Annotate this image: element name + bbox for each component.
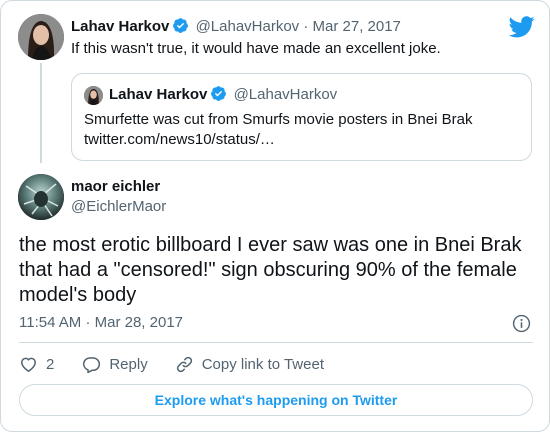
parent-author-name[interactable]: Lahav Harkov — [71, 18, 169, 35]
quoted-tweet-header: Lahav Harkov @LahavHarkov — [109, 85, 337, 105]
parent-tweet-text: If this wasn't true, it would have made … — [71, 40, 441, 57]
reply-label: Reply — [109, 355, 148, 373]
main-author-avatar[interactable] — [18, 174, 64, 220]
quoted-author-name: Lahav Harkov — [109, 86, 208, 103]
tweet-actions: 2 Reply Copy link to Tweet — [19, 353, 324, 375]
parent-author-avatar[interactable] — [18, 14, 64, 60]
parent-tweet-header: Lahav Harkov @LahavHarkov · Mar 27, 2017 — [71, 17, 401, 37]
like-count: 2 — [46, 355, 55, 373]
main-author-handle[interactable]: @EichlerMaor — [71, 197, 166, 217]
tweet-embed-card: Lahav Harkov @LahavHarkov · Mar 27, 2017… — [0, 0, 550, 432]
tweet-time: 11:54 AM — [19, 314, 82, 331]
parent-author-handle[interactable]: @LahavHarkov — [196, 18, 300, 35]
copy-link-label: Copy link to Tweet — [201, 355, 324, 373]
link-icon — [176, 356, 192, 372]
main-tweet-text: the most erotic billboard I ever saw was… — [19, 234, 522, 306]
thread-connector-line — [40, 63, 42, 163]
quoted-author-handle: @LahavHarkov — [233, 86, 338, 103]
main-author-name[interactable]: maor eichler — [71, 177, 160, 197]
header-separator: · — [303, 18, 309, 35]
tweet-date: Mar 28, 2017 — [94, 314, 183, 331]
tweet-timestamp[interactable]: 11:54 AM · Mar 28, 2017 — [19, 313, 183, 333]
heart-icon — [21, 357, 36, 372]
explore-twitter-button[interactable]: Explore what's happening on Twitter — [19, 384, 533, 416]
quoted-tweet-text-line: Smurfette was cut from Smurfs movie post… — [84, 111, 473, 128]
verified-badge-icon — [173, 18, 189, 33]
reply-button[interactable]: Reply — [82, 355, 148, 374]
like-button[interactable]: 2 — [19, 355, 54, 374]
reply-bubble-icon — [83, 356, 101, 373]
quoted-tweet[interactable]: Lahav Harkov @LahavHarkov Smurfette was … — [71, 73, 532, 161]
quoted-author-avatar — [84, 86, 103, 105]
quoted-tweet-text: Smurfette was cut from Smurfs movie post… — [84, 110, 524, 150]
quoted-tweet-link[interactable]: twitter.com/news10/status/… — [84, 130, 524, 150]
verified-badge-icon — [211, 86, 227, 101]
divider — [19, 342, 533, 343]
info-icon[interactable] — [512, 314, 531, 333]
twitter-bird-icon[interactable] — [509, 16, 535, 38]
timestamp-separator: · — [85, 314, 91, 331]
copy-link-button[interactable]: Copy link to Tweet — [175, 355, 324, 374]
parent-tweet-date[interactable]: Mar 27, 2017 — [313, 18, 401, 35]
